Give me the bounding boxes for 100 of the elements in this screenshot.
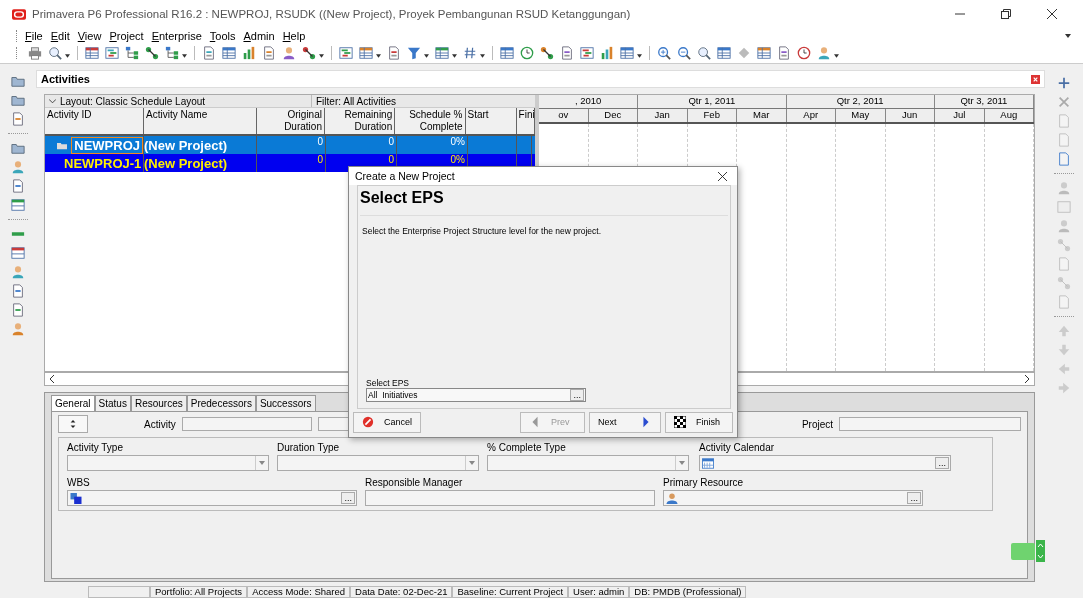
activity-id-field[interactable] [181, 417, 312, 431]
table-icon[interactable] [620, 46, 634, 60]
browse-button[interactable]: ... [935, 457, 949, 469]
folder-icon[interactable] [11, 74, 25, 88]
table-icon[interactable] [222, 46, 236, 60]
document-icon[interactable] [11, 112, 25, 126]
document-icon[interactable] [387, 46, 401, 60]
document-icon[interactable] [202, 46, 216, 60]
column-header[interactable]: Start [465, 108, 517, 134]
plus-icon[interactable] [1057, 76, 1071, 90]
print-preview-icon[interactable] [48, 46, 62, 60]
close-icon[interactable] [718, 171, 727, 181]
menu-item[interactable]: Help [282, 29, 306, 42]
link-icon[interactable] [540, 46, 554, 60]
eps-field[interactable]: All Initiatives ... [366, 388, 586, 402]
document-icon[interactable] [1057, 152, 1071, 166]
caret-icon[interactable] [480, 54, 485, 58]
menu-item[interactable]: Admin [243, 29, 275, 42]
maximize-icon[interactable] [1001, 9, 1011, 19]
bar-chart-icon[interactable] [600, 46, 614, 60]
input-field[interactable]: ... [699, 455, 951, 471]
cancel-button[interactable]: Cancel [353, 411, 421, 433]
dropdown-field[interactable] [67, 455, 269, 471]
menu-item[interactable]: Enterprise [151, 29, 202, 42]
browse-button[interactable]: ... [907, 492, 921, 504]
menu-item[interactable]: View [77, 29, 102, 42]
activity-id[interactable]: NEWPROJ [71, 136, 143, 154]
finish-button[interactable]: Finish [665, 411, 733, 433]
caret-icon[interactable] [834, 54, 839, 58]
hash-icon[interactable] [463, 46, 477, 60]
next-button[interactable]: Next [589, 411, 661, 433]
clock-icon[interactable] [520, 46, 534, 60]
caret-icon[interactable] [424, 54, 429, 58]
menu-item[interactable]: File [25, 29, 43, 42]
tab[interactable]: Successors [255, 395, 316, 411]
dropdown-field[interactable] [487, 455, 689, 471]
column-header[interactable]: Activity ID [45, 108, 145, 134]
person-icon[interactable] [282, 46, 296, 60]
activity-id[interactable]: NEWPROJ-1 [61, 154, 145, 172]
input-field[interactable]: ... [663, 490, 923, 506]
table-icon[interactable] [717, 46, 731, 60]
caret-icon[interactable] [319, 54, 324, 58]
dropdown-arrow-icon[interactable] [675, 456, 688, 470]
column-header[interactable]: Activity Name [144, 108, 257, 134]
floating-widget-icon[interactable] [1011, 540, 1045, 562]
input-field[interactable]: ... [67, 490, 357, 506]
gantt-icon[interactable] [580, 46, 594, 60]
scroll-right-icon[interactable] [1024, 375, 1030, 383]
column-header[interactable]: Fini [516, 108, 536, 134]
gantt-icon[interactable] [339, 46, 353, 60]
document-icon[interactable] [11, 179, 25, 193]
document-icon[interactable] [11, 284, 25, 298]
diamond-icon[interactable] [737, 46, 751, 60]
column-header[interactable]: Remaining Duration [324, 108, 396, 134]
column-header[interactable]: Schedule % Complete [395, 108, 466, 134]
link-icon[interactable] [145, 46, 159, 60]
printer-icon[interactable] [28, 46, 42, 60]
table-icon[interactable] [500, 46, 514, 60]
spin-button[interactable] [58, 415, 88, 433]
tab[interactable]: Resources [130, 395, 187, 411]
caret-icon[interactable] [376, 54, 381, 58]
columns-icon[interactable] [359, 46, 373, 60]
tab[interactable]: Status [94, 395, 131, 411]
zoom-out-icon[interactable] [677, 46, 691, 60]
caret-icon[interactable] [65, 54, 70, 58]
caret-icon[interactable] [1065, 33, 1071, 38]
link-icon[interactable] [302, 46, 316, 60]
input-field[interactable] [365, 490, 655, 506]
menu-item[interactable]: Project [109, 29, 144, 42]
column-header[interactable]: Original Duration [256, 108, 325, 134]
report-icon[interactable] [262, 46, 276, 60]
table-icon[interactable] [11, 246, 25, 260]
scroll-left-icon[interactable] [49, 375, 55, 383]
person-icon[interactable] [11, 265, 25, 279]
close-icon[interactable] [1047, 9, 1057, 19]
dropdown-arrow-icon[interactable] [465, 456, 478, 470]
table-icon[interactable] [85, 46, 99, 60]
layout-selector[interactable]: Layout: Classic Schedule Layout [45, 95, 312, 107]
browse-button[interactable]: ... [341, 492, 355, 504]
folder-icon[interactable] [11, 93, 25, 107]
document-icon[interactable] [560, 46, 574, 60]
zoom-in-icon[interactable] [657, 46, 671, 60]
note-icon[interactable] [777, 46, 791, 60]
browse-button[interactable]: ... [570, 389, 584, 401]
caret-icon[interactable] [182, 54, 187, 58]
tab[interactable]: General [51, 395, 95, 411]
filter-icon[interactable] [407, 46, 421, 60]
person-icon[interactable] [11, 322, 25, 336]
table-icon[interactable] [435, 46, 449, 60]
tree-icon[interactable] [125, 46, 139, 60]
folder-icon[interactable] [11, 141, 25, 155]
menu-item[interactable]: Tools [209, 29, 236, 42]
tab[interactable]: Predecessors [186, 395, 256, 411]
document-icon[interactable] [11, 303, 25, 317]
caret-icon[interactable] [452, 54, 457, 58]
dropdown-field[interactable] [277, 455, 479, 471]
menu-item[interactable]: Edit [50, 29, 70, 42]
caret-icon[interactable] [637, 54, 642, 58]
table-icon[interactable] [757, 46, 771, 60]
zoom-icon[interactable] [697, 46, 711, 60]
